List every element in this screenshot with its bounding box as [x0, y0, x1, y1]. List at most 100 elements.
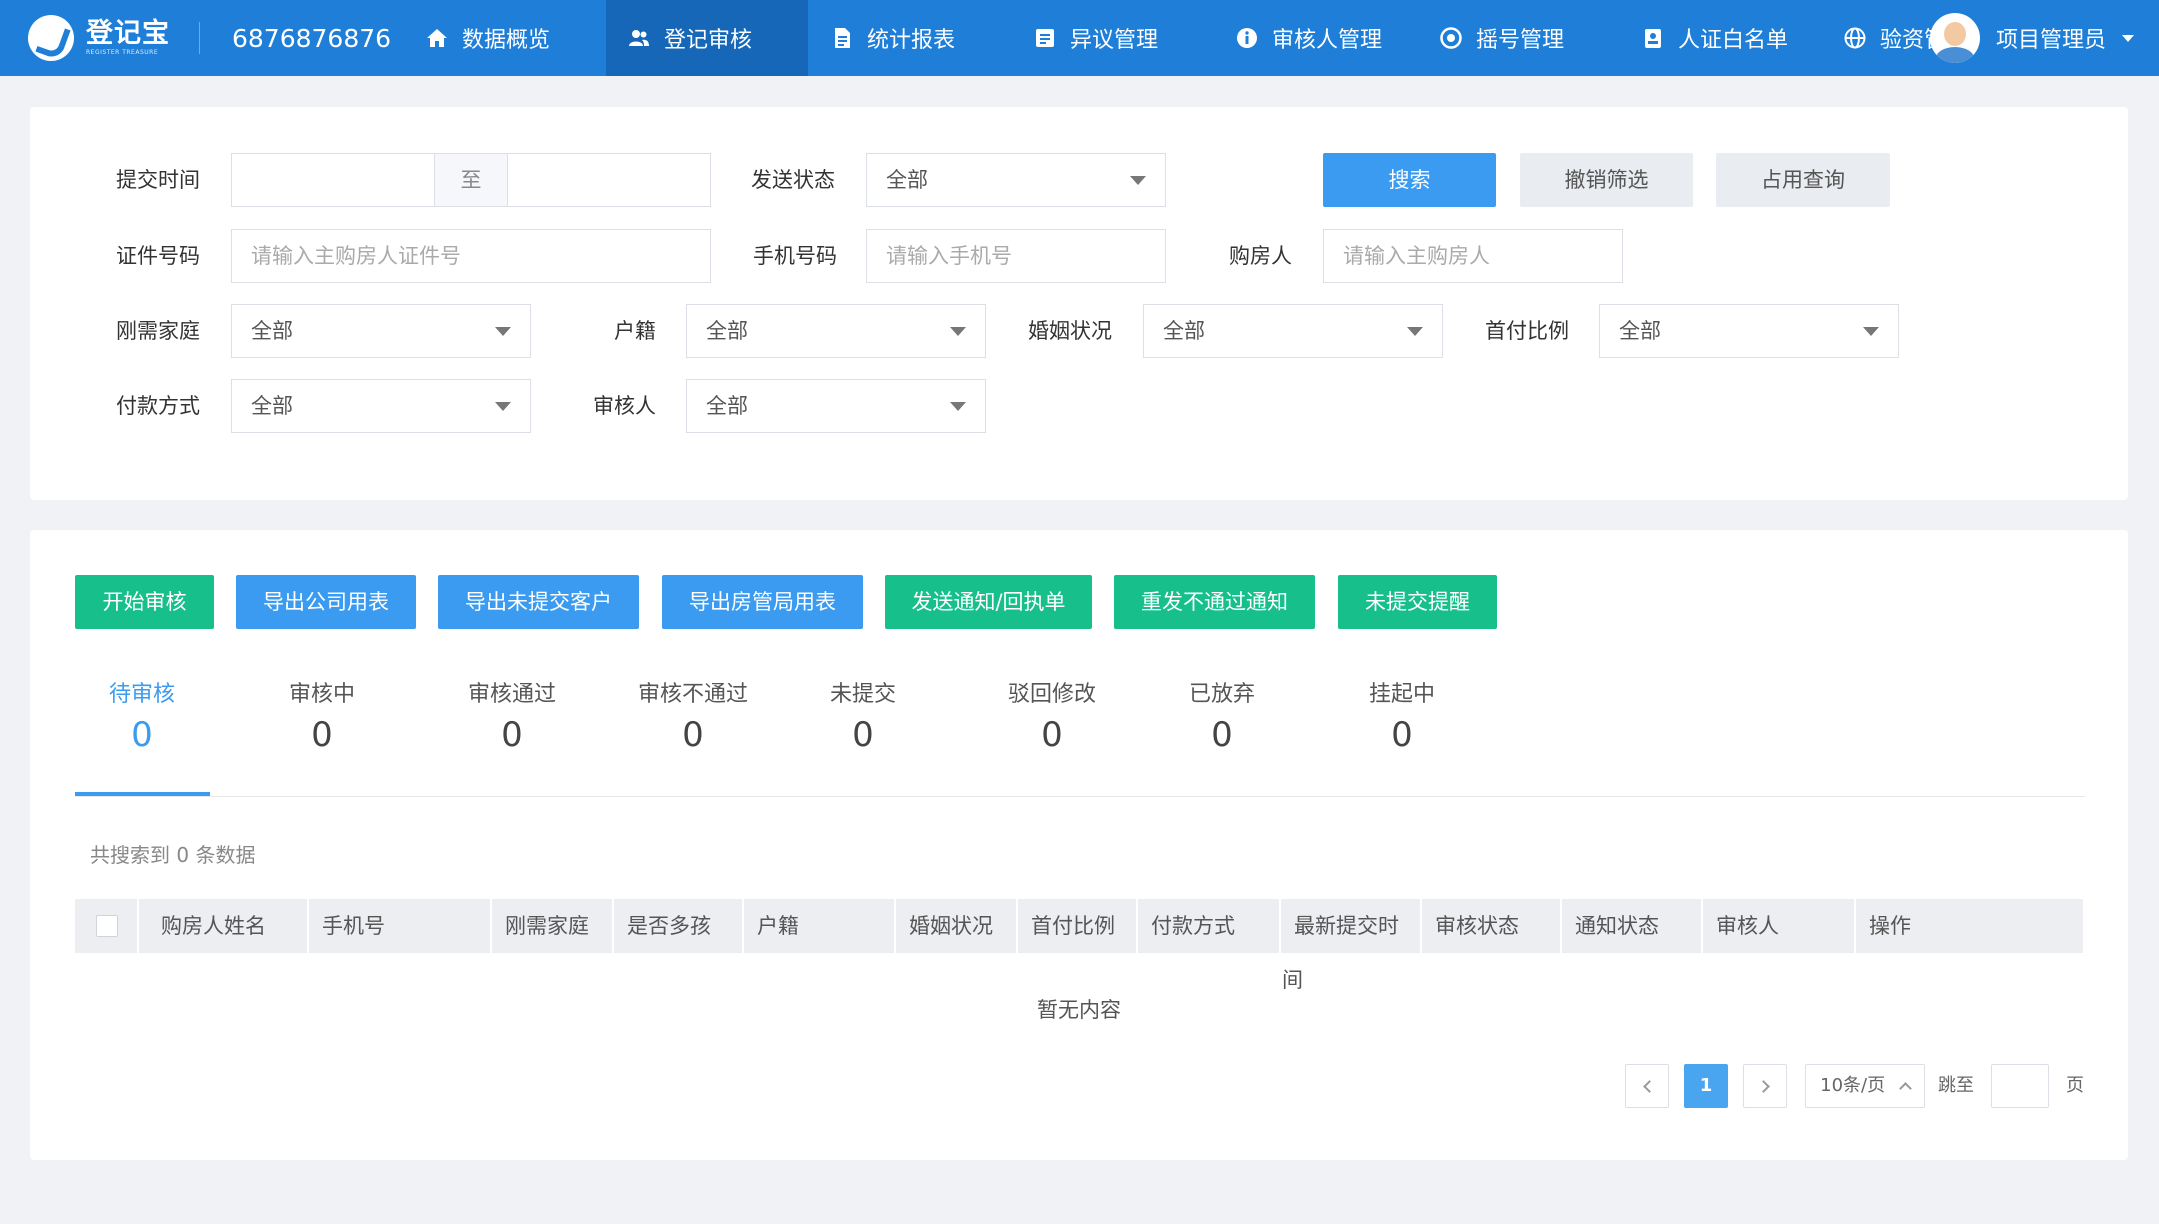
column-header-wrap: 间 [1282, 968, 1303, 992]
dropdown-arrow-icon [1130, 176, 1146, 185]
tab-label: 待审核 [108, 682, 175, 707]
reviewer-select[interactable]: 全部 [686, 379, 986, 433]
payment-method-select[interactable]: 全部 [231, 379, 531, 433]
user-menu[interactable]: 项目管理员 [1930, 12, 2135, 64]
nav-item-label: 审核人管理 [1272, 28, 1383, 53]
mobile-input[interactable]: 请输入手机号 [866, 229, 1166, 283]
start-date-input[interactable] [231, 153, 435, 207]
down-payment-label: 首付比例 [1485, 319, 1569, 343]
send-status-select[interactable]: 全部 [866, 153, 1166, 207]
tab-label: 未提交 [829, 682, 896, 707]
end-date-input[interactable] [507, 153, 711, 207]
down-payment-value: 全部 [1619, 319, 1661, 343]
export-housing-bureau-button[interactable]: 导出房管局用表 [662, 575, 863, 629]
list-panel: 开始审核 导出公司用表 导出未提交客户 导出房管局用表 发送通知/回执单 重发不… [30, 530, 2128, 1160]
tab-abandoned[interactable]: 已放弃 0 [1172, 680, 1272, 758]
marital-status-select[interactable]: 全部 [1143, 304, 1443, 358]
tab-count: 0 [1391, 715, 1413, 755]
remind-unsubmitted-button[interactable]: 未提交提醒 [1338, 575, 1497, 629]
reviewer-value: 全部 [706, 394, 748, 418]
id-badge-icon [1642, 27, 1664, 49]
logo-title: 登记宝 [86, 18, 170, 49]
hukou-select[interactable]: 全部 [686, 304, 986, 358]
prev-page-button[interactable] [1625, 1064, 1669, 1108]
tab-count: 0 [131, 715, 153, 755]
app-logo[interactable]: 登记宝 REGISTER TREASURE [28, 14, 170, 62]
resend-fail-notice-button[interactable]: 重发不通过通知 [1114, 575, 1315, 629]
dropdown-arrow-icon [950, 402, 966, 411]
tab-in-review[interactable]: 审核中 0 [272, 680, 372, 758]
column-header: 付款方式 [1151, 914, 1235, 938]
tab-label: 审核中 [288, 682, 355, 707]
tab-label: 挂起中 [1368, 682, 1435, 707]
nav-item-objection[interactable]: 异议管理 [1034, 0, 1158, 76]
date-range-separator: 至 [434, 153, 508, 207]
search-button[interactable]: 搜索 [1323, 153, 1496, 207]
user-name: 项目管理员 [1996, 28, 2107, 53]
down-payment-select[interactable]: 全部 [1599, 304, 1899, 358]
id-number-label: 证件号码 [116, 244, 200, 268]
nav-item-statistics[interactable]: 统计报表 [831, 0, 955, 76]
export-company-sheet-button[interactable]: 导出公司用表 [236, 575, 416, 629]
jump-page-input[interactable] [1991, 1064, 2049, 1108]
tab-count: 0 [852, 715, 874, 755]
tab-label: 已放弃 [1188, 682, 1255, 707]
column-header: 是否多孩 [627, 914, 711, 938]
nav-item-registration-review[interactable]: 登记审核 [606, 0, 808, 76]
tab-suspended[interactable]: 挂起中 0 [1352, 680, 1452, 758]
select-all-checkbox[interactable] [96, 915, 118, 937]
tab-returned-for-edit[interactable]: 驳回修改 0 [982, 680, 1122, 758]
column-header: 审核人 [1716, 914, 1779, 938]
dropdown-arrow-icon [950, 327, 966, 336]
column-header: 通知状态 [1575, 914, 1659, 938]
table-header: 购房人姓名 手机号 刚需家庭 是否多孩 户籍 婚姻状况 首付比例 付款方式 最新… [75, 899, 2083, 953]
nav-divider [199, 22, 200, 54]
export-unsubmitted-button[interactable]: 导出未提交客户 [438, 575, 639, 629]
home-icon [426, 27, 448, 49]
next-page-button[interactable] [1743, 1064, 1787, 1108]
column-header: 操作 [1869, 914, 1911, 938]
page-button-current[interactable]: 1 [1684, 1064, 1728, 1108]
column-header: 购房人姓名 [161, 914, 266, 938]
chevron-left-icon [1642, 1080, 1656, 1093]
buyer-label: 购房人 [1229, 244, 1292, 268]
send-notice-button[interactable]: 发送通知/回执单 [885, 575, 1092, 629]
send-status-value: 全部 [886, 168, 928, 192]
tab-unsubmitted[interactable]: 未提交 0 [813, 680, 913, 758]
project-phone: 6876876876 [232, 24, 392, 53]
tab-label: 驳回修改 [1007, 682, 1096, 707]
jump-label: 跳至 [1938, 1075, 1974, 1096]
tab-approved[interactable]: 审核通过 0 [442, 680, 582, 758]
start-review-button[interactable]: 开始审核 [75, 575, 214, 629]
hukou-value: 全部 [706, 319, 748, 343]
buyer-input[interactable]: 请输入主购房人 [1323, 229, 1623, 283]
column-header: 审核状态 [1435, 914, 1519, 938]
marital-status-value: 全部 [1163, 319, 1205, 343]
logo-subtitle: REGISTER TREASURE [86, 49, 159, 56]
rigid-demand-select[interactable]: 全部 [231, 304, 531, 358]
nav-item-reviewer-management[interactable]: 审核人管理 [1236, 0, 1382, 76]
column-header: 首付比例 [1031, 914, 1115, 938]
column-header: 户籍 [757, 914, 799, 938]
nav-item-lottery[interactable]: 摇号管理 [1440, 0, 1564, 76]
id-number-input[interactable]: 请输入主购房人证件号 [231, 229, 711, 283]
nav-item-whitelist[interactable]: 人证白名单 [1642, 0, 1788, 76]
column-header: 最新提交时 [1294, 914, 1399, 938]
tab-count: 0 [1041, 715, 1063, 755]
dropdown-arrow-icon [1407, 327, 1423, 336]
logo-pen-icon [28, 15, 74, 61]
page-size-value: 10条/页 [1820, 1075, 1886, 1096]
dropdown-arrow-icon [1863, 327, 1879, 336]
reviewer-label: 审核人 [593, 394, 656, 418]
nav-item-data-overview[interactable]: 数据概览 [426, 0, 550, 76]
tab-label: 审核通过 [467, 682, 556, 707]
tab-rejected[interactable]: 审核不通过 0 [613, 680, 773, 758]
reset-filter-button[interactable]: 撤销筛选 [1520, 153, 1693, 207]
rigid-demand-label: 刚需家庭 [116, 319, 200, 343]
globe-icon [1844, 27, 1866, 49]
page-size-select[interactable]: 10条/页 [1805, 1064, 1925, 1108]
occupancy-query-button[interactable]: 占用查询 [1716, 153, 1890, 207]
users-icon [628, 27, 650, 49]
tab-pending-review[interactable]: 待审核 0 [92, 680, 192, 758]
tab-count: 0 [311, 715, 333, 755]
